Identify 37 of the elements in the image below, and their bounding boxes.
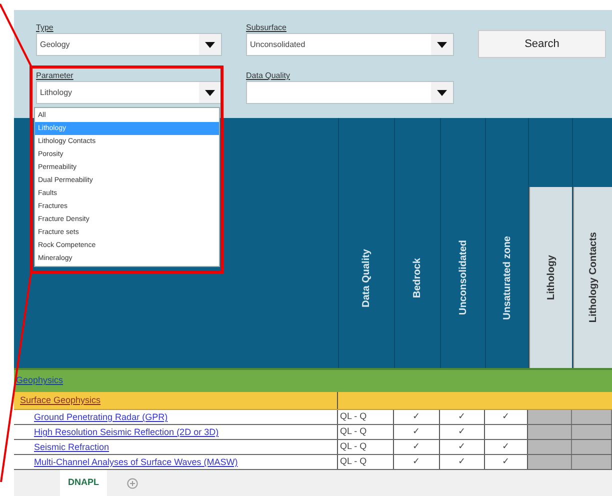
- table-cell: QL - Q: [338, 455, 394, 469]
- shaded-cell: [528, 425, 572, 439]
- field-value: Unconsolidated: [249, 38, 306, 50]
- column-header: Lithology Contacts: [586, 232, 600, 323]
- shaded-cell: [572, 425, 612, 439]
- sheet-tab[interactable]: DNAPL: [60, 470, 107, 496]
- field-value: Lithology: [39, 86, 74, 98]
- subgroup-link[interactable]: Surface Geophysics: [20, 394, 101, 408]
- dropdown-field[interactable]: Unconsolidated: [246, 33, 454, 56]
- shaded-cell: [528, 410, 572, 424]
- column-header: Unconsolidated: [456, 240, 470, 316]
- column-header: Bedrock: [411, 258, 424, 298]
- method-link[interactable]: Ground Penetrating Radar (GPR): [34, 412, 168, 422]
- column-header: Lithology: [544, 255, 558, 300]
- shaded-cell: [572, 410, 612, 424]
- table-cell: QL - Q: [338, 440, 394, 454]
- field-label: Parameter: [36, 71, 74, 81]
- shaded-cell: [528, 440, 572, 454]
- shaded-cell: [572, 440, 612, 454]
- method-link[interactable]: Seismic Refraction: [34, 442, 110, 452]
- method-link[interactable]: Multi-Channel Analyses of Surface Waves (MASW): [34, 457, 238, 467]
- leader-line: [0, 4, 32, 66]
- shaded-cell: [528, 455, 572, 469]
- dropdown-field[interactable]: [246, 81, 454, 104]
- dropdown-field[interactable]: Geology: [36, 33, 222, 56]
- column-header: Unsaturated zone: [500, 236, 514, 320]
- field-label: Subsurface: [246, 23, 286, 33]
- method-link[interactable]: High Resolution Seismic Reflection (2D or 3D): [34, 427, 219, 437]
- table-cell: QL - Q: [338, 410, 394, 424]
- field-label: Data Quality: [246, 71, 290, 81]
- search-button[interactable]: Search: [478, 30, 606, 58]
- field-label: Type: [36, 23, 54, 33]
- shaded-cell: [572, 455, 612, 469]
- column-header: Data Quality: [360, 248, 373, 308]
- table-cell: QL - Q: [338, 425, 394, 439]
- field-value: Geology: [39, 38, 71, 50]
- dropdown-field[interactable]: Lithology: [36, 81, 222, 104]
